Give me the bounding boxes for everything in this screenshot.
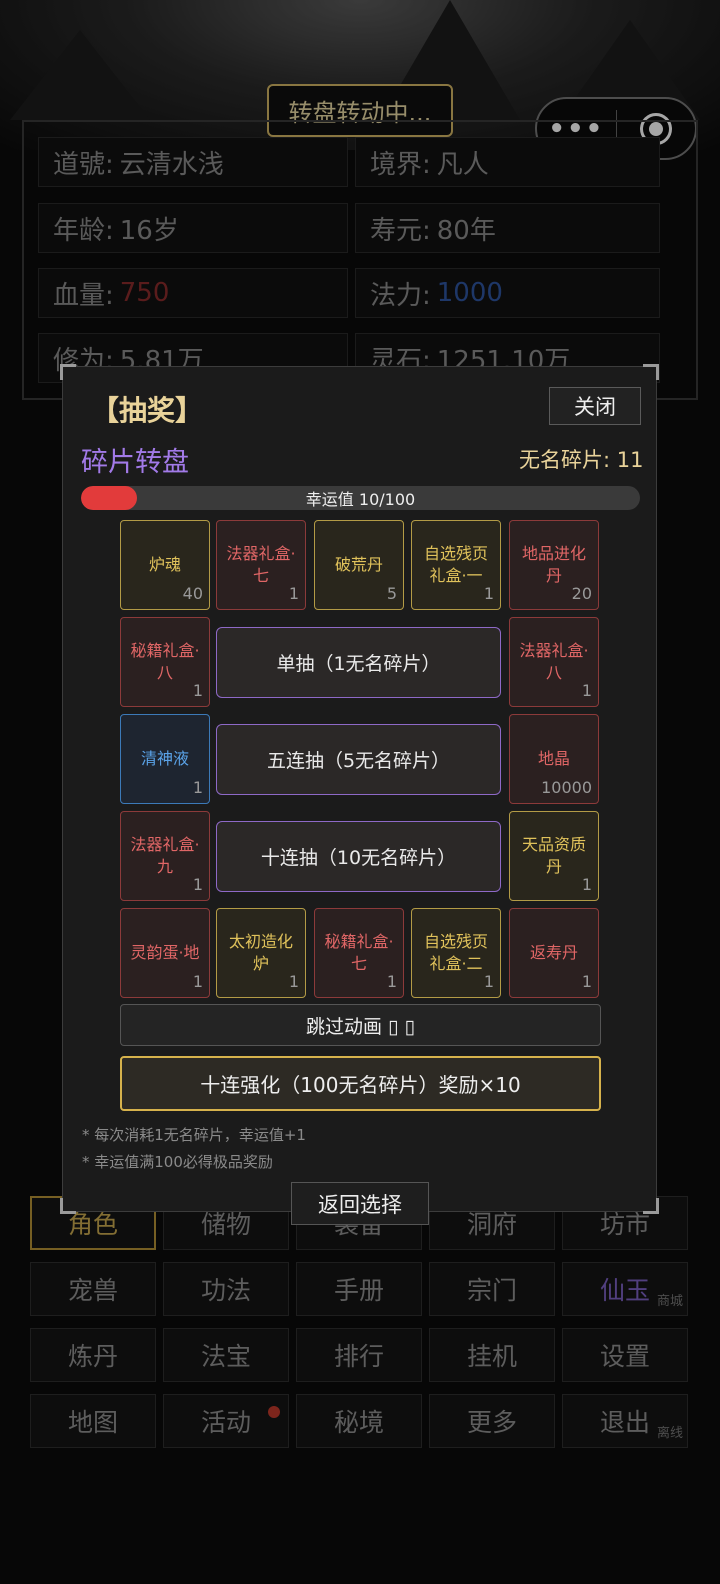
prize-cell: 秘籍礼盒·七 1: [314, 908, 404, 998]
prize-cell: 清神液 1: [120, 714, 210, 804]
close-button[interactable]: 关闭: [549, 387, 641, 425]
luck-progress-label: 幸运值 10/100: [305, 490, 416, 509]
fragment-count: 无名碎片: 11: [519, 448, 644, 472]
prize-count: 1: [192, 875, 203, 894]
prize-name: 自选残页礼盒·一: [423, 544, 488, 585]
prize-count: 1: [483, 972, 494, 991]
prize-name: 天品资质丹: [521, 835, 586, 876]
rule-note: * 幸运值满100必得极品奖励: [82, 1153, 273, 1171]
prize-name: 炉魂: [148, 555, 181, 574]
prize-cell: 天品资质丹 1: [509, 811, 599, 901]
prize-count: 5: [386, 584, 397, 603]
prize-cell: 返寿丹 1: [509, 908, 599, 998]
prize-name: 秘籍礼盒·八: [130, 641, 200, 682]
ten-enhance-button[interactable]: 十连强化（100无名碎片）奖励×10: [120, 1056, 601, 1111]
back-to-select-button[interactable]: 返回选择: [291, 1182, 429, 1225]
prize-cell: 地品进化丹 20: [509, 520, 599, 610]
prize-name: 法器礼盒·七: [226, 544, 296, 585]
prize-name: 法器礼盒·八: [519, 641, 589, 682]
prize-count: 20: [571, 584, 592, 603]
prize-count: 1: [192, 681, 203, 700]
prize-count: 1: [581, 681, 592, 700]
prize-cell: 法器礼盒·七 1: [216, 520, 306, 610]
prize-name: 灵韵蛋·地: [130, 943, 200, 962]
prize-name: 清神液: [140, 749, 189, 768]
prize-name: 秘籍礼盒·七: [324, 932, 394, 973]
prize-cell: 秘籍礼盒·八 1: [120, 617, 210, 707]
prize-name: 地品进化丹: [521, 544, 586, 585]
prize-count: 1: [581, 875, 592, 894]
prize-count: 1: [483, 584, 494, 603]
prize-cell: 破荒丹 5: [314, 520, 404, 610]
single-draw-button[interactable]: 单抽（1无名碎片）: [216, 627, 501, 698]
prize-count: 1: [192, 778, 203, 797]
prize-name: 破荒丹: [334, 555, 383, 574]
corner-decoration: [643, 364, 659, 380]
corner-decoration: [60, 364, 76, 380]
prize-name: 法器礼盒·九: [130, 835, 200, 876]
prize-count: 1: [288, 584, 299, 603]
prize-count: 10000: [541, 778, 592, 797]
wheel-subtitle: 碎片转盘: [81, 447, 189, 478]
skip-animation-button[interactable]: 跳过动画 ▯ ▯: [120, 1004, 601, 1046]
prize-cell: 太初造化炉 1: [216, 908, 306, 998]
prize-count: 1: [386, 972, 397, 991]
prize-cell: 法器礼盒·八 1: [509, 617, 599, 707]
prize-name: 自选残页礼盒·二: [423, 932, 488, 973]
rule-note: * 每次消耗1无名碎片，幸运值+1: [82, 1126, 306, 1144]
modal-title: 【抽奖】: [91, 394, 204, 427]
prize-count: 1: [192, 972, 203, 991]
corner-decoration: [60, 1198, 76, 1214]
prize-count: 40: [182, 584, 203, 603]
prize-count: 1: [581, 972, 592, 991]
prize-name: 地晶: [537, 749, 570, 768]
prize-cell: 炉魂 40: [120, 520, 210, 610]
prize-cell: 法器礼盒·九 1: [120, 811, 210, 901]
ten-draw-button[interactable]: 十连抽（10无名碎片）: [216, 821, 501, 892]
prize-cell: 自选残页礼盒·一 1: [411, 520, 501, 610]
prize-count: 1: [288, 972, 299, 991]
corner-decoration: [643, 1198, 659, 1214]
prize-cell: 自选残页礼盒·二 1: [411, 908, 501, 998]
prize-name: 太初造化炉: [228, 932, 293, 973]
prize-cell: 灵韵蛋·地 1: [120, 908, 210, 998]
five-draw-button[interactable]: 五连抽（5无名碎片）: [216, 724, 501, 795]
prize-name: 返寿丹: [529, 943, 578, 962]
prize-cell: 地晶 10000: [509, 714, 599, 804]
